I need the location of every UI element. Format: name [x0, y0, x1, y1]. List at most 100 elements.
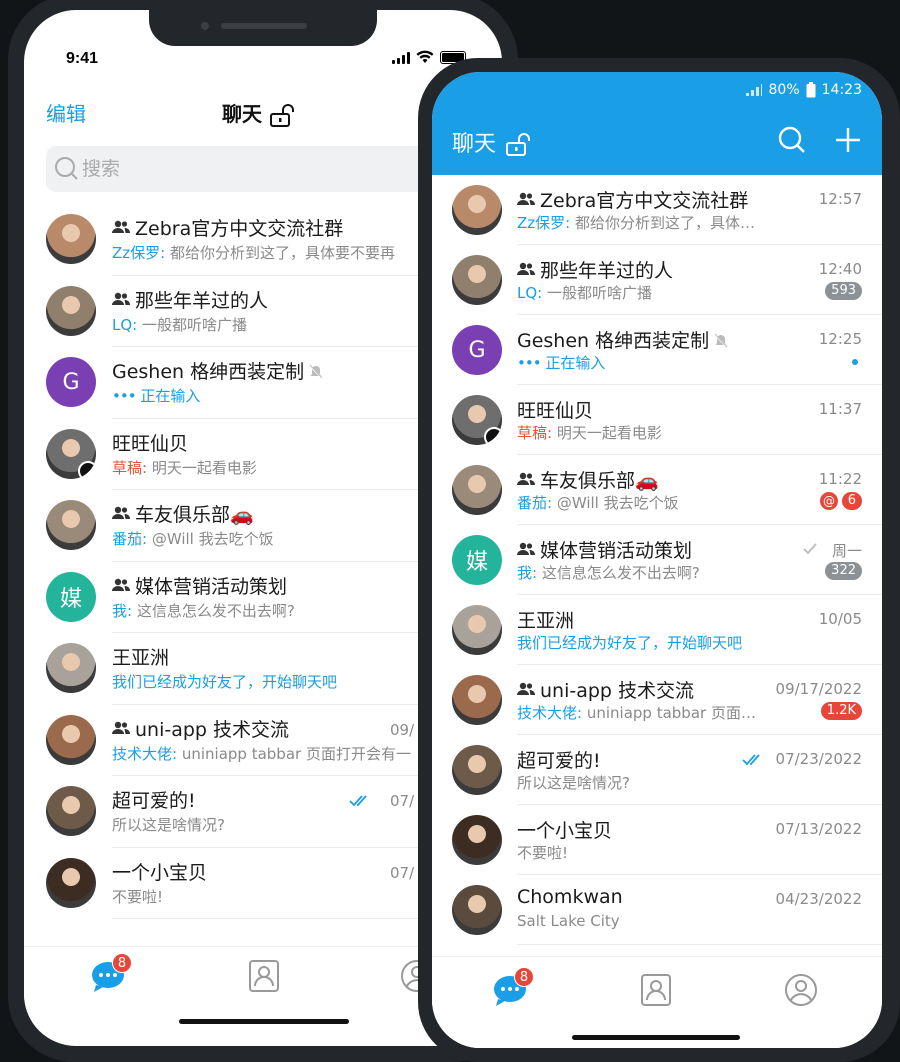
- search-icon[interactable]: [778, 126, 806, 154]
- avatar[interactable]: [452, 745, 502, 795]
- chat-name: 超可爱的!: [112, 786, 196, 813]
- avatar-letter: 媒: [465, 550, 488, 575]
- edit-button[interactable]: 编辑: [46, 98, 86, 127]
- sender-name: 草稿:: [517, 424, 553, 442]
- chat-list-item[interactable]: 媒 媒体营销活动策划 我: 这信息怎么发不出去啊? 周一 322: [432, 525, 882, 595]
- chat-list-item[interactable]: Zebra官方中文交流社群Zz保罗: 都给你分析到这了，具体要不要再给...12…: [432, 175, 882, 245]
- typing-indicator: ••• 正在输入: [112, 385, 442, 406]
- mention-badge: @: [820, 492, 838, 510]
- avatar[interactable]: [452, 675, 502, 725]
- row-divider: [517, 944, 882, 945]
- chat-list-item[interactable]: G Geshen 格绅西装定制 ••• 正在输入 12:25: [432, 315, 882, 385]
- chat-list-item[interactable]: 王亚洲 我们已经成为好友了，开始聊天吧 10/05: [432, 595, 882, 665]
- chat-name-text: 王亚洲: [517, 610, 575, 632]
- tab-badge: 8: [514, 967, 534, 987]
- avatar[interactable]: [452, 395, 502, 445]
- avatar[interactable]: [452, 885, 502, 935]
- avatar[interactable]: [46, 643, 96, 693]
- typing-text: 正在输入: [140, 387, 201, 405]
- add-icon[interactable]: [834, 126, 862, 154]
- chat-name-text: uni-app 技术交流: [540, 680, 695, 702]
- avatar[interactable]: [452, 465, 502, 515]
- battery-icon: [806, 82, 816, 98]
- chat-list-item[interactable]: 超可爱的! 所以这是啥情况? 07/23/2022: [432, 735, 882, 805]
- typing-indicator: ••• 正在输入: [517, 352, 767, 373]
- tab-chats[interactable]: 8: [492, 967, 534, 1011]
- avatar[interactable]: [452, 255, 502, 305]
- tab-chats[interactable]: 8: [90, 953, 132, 997]
- avatar[interactable]: [452, 605, 502, 655]
- chat-list-item[interactable]: Chomkwan Salt Lake City 04/23/2022: [432, 875, 882, 945]
- chat-name-text: 车友俱乐部🚗: [135, 504, 254, 526]
- avatar[interactable]: [46, 714, 96, 765]
- avatar[interactable]: [46, 285, 96, 336]
- android-status-bar: 80% 14:23: [745, 82, 862, 98]
- chat-time: 12:40: [818, 260, 862, 278]
- unread-count-badge: 6: [841, 492, 862, 510]
- last-message: 不要啦!: [112, 886, 442, 907]
- chat-name-text: Chomkwan: [517, 886, 623, 908]
- avatar[interactable]: [452, 815, 502, 865]
- group-icon: [517, 472, 535, 485]
- android-tab-bar: 8: [432, 956, 882, 1048]
- status-time: 14:23: [821, 82, 862, 98]
- tab-contacts[interactable]: [248, 959, 280, 997]
- chat-name: 王亚洲: [112, 643, 169, 670]
- avatar[interactable]: 媒: [452, 535, 502, 585]
- showcase: 9:41 编辑 聊天 搜索 Zebra官方中文交流社群 Zz保罗: 都给你分析到这…: [0, 0, 900, 1062]
- avatar[interactable]: [46, 857, 96, 908]
- chat-time: 07/23/2022: [775, 750, 862, 768]
- avatar[interactable]: 媒: [46, 571, 96, 622]
- sender-name: LQ:: [112, 315, 138, 334]
- wifi-icon: [416, 50, 434, 63]
- message-text: 都给你分析到这了，具体要不要再: [170, 244, 396, 262]
- sender-name: LQ:: [517, 284, 543, 302]
- search-input[interactable]: 搜索: [46, 146, 466, 192]
- sender-name: Zz保罗:: [112, 244, 166, 262]
- chat-list-item[interactable]: 一个小宝贝 不要啦! 07/13/2022: [432, 805, 882, 875]
- chat-list-item[interactable]: uni-app 技术交流技术大佬: uniniapp tabbar 页面打开会有…: [432, 665, 882, 735]
- avatar[interactable]: [46, 428, 96, 479]
- avatar[interactable]: [46, 500, 96, 550]
- chat-name: Chomkwan: [517, 886, 623, 908]
- android-header: 80% 14:23 聊天: [432, 72, 882, 175]
- last-message: 草稿: 明天一起看电影: [517, 422, 767, 443]
- avatar[interactable]: G: [46, 357, 96, 407]
- avatar[interactable]: [46, 786, 96, 836]
- avatar[interactable]: [46, 214, 96, 264]
- double-check-icon: [349, 795, 367, 807]
- chat-name: 车友俱乐部🚗: [517, 466, 659, 493]
- chat-list-item[interactable]: 那些年羊过的人 LQ: 一般都听啥广播 12:40 593: [432, 245, 882, 315]
- message-text: 这信息怎么发不出去啊?: [136, 601, 295, 620]
- tab-profile[interactable]: [784, 973, 818, 1011]
- last-message: 我: 这信息怎么发不出去啊?: [112, 600, 442, 621]
- last-message: LQ: 一般都听啥广播: [112, 314, 442, 335]
- chat-name-text: 旺旺仙贝: [112, 432, 189, 455]
- chat-list-item[interactable]: 车友俱乐部🚗 番茄: @Will 我去吃个饭 11:22 6 @: [432, 455, 882, 525]
- last-message: 番茄: @Will 我去吃个饭: [517, 492, 767, 513]
- chat-name-text: 那些年羊过的人: [540, 260, 674, 282]
- chat-name-text: Zebra官方中文交流社群: [135, 218, 344, 240]
- chat-time: 11:22: [818, 470, 862, 488]
- unlock-icon[interactable]: [503, 133, 535, 157]
- chat-list-item[interactable]: 旺旺仙贝 草稿: 明天一起看电影 11:37: [432, 385, 882, 455]
- last-message: 草稿: 明天一起看电影: [112, 457, 442, 478]
- chat-name: uni-app 技术交流: [517, 676, 694, 703]
- chat-time: 10/05: [818, 610, 862, 628]
- contacts-icon: [641, 974, 671, 1006]
- chat-name-text: Zebra官方中文交流社群: [540, 190, 749, 212]
- unlock-icon[interactable]: [269, 103, 299, 128]
- chat-name-text: 那些年羊过的人: [135, 289, 269, 312]
- home-indicator[interactable]: [572, 1035, 740, 1040]
- chat-name: Geshen 格绅西装定制: [517, 326, 729, 353]
- chat-name: 旺旺仙贝: [517, 396, 593, 423]
- tab-badge: 8: [112, 953, 132, 973]
- unread-dot: [852, 359, 858, 365]
- tab-contacts[interactable]: [640, 973, 672, 1011]
- message-text: 所以这是啥情况?: [517, 774, 630, 792]
- avatar[interactable]: G: [452, 325, 502, 375]
- sender-name: 技术大佬:: [517, 704, 583, 722]
- avatar[interactable]: [452, 185, 502, 235]
- typing-dots-icon: •••: [112, 387, 137, 405]
- home-indicator[interactable]: [179, 1019, 349, 1024]
